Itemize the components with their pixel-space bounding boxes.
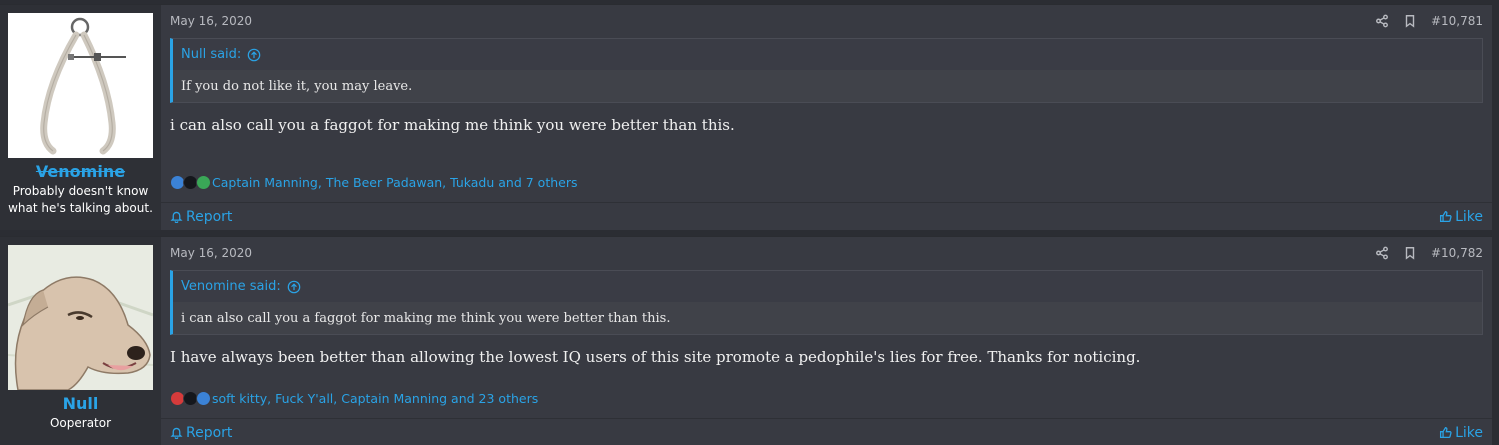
user-title: Ooperator xyxy=(49,416,112,430)
post-actions: #10,782 xyxy=(1375,246,1483,260)
post-date[interactable]: May 16, 2020 xyxy=(170,14,252,28)
bookmark-icon[interactable] xyxy=(1403,14,1417,28)
like-label: Like xyxy=(1455,424,1483,441)
bell-icon xyxy=(170,211,183,223)
share-icon[interactable] xyxy=(1375,246,1389,260)
quote-text: i can also call you a faggot for making … xyxy=(173,302,1482,334)
like-button[interactable]: Like xyxy=(1439,425,1483,441)
bell-icon xyxy=(170,427,183,439)
reaction-users[interactable]: soft kitty, Fuck Y'all, Captain Manning … xyxy=(212,391,538,406)
arrow-up-circle-icon[interactable] xyxy=(287,280,301,294)
quote-block: Null said: If you do not like it, you ma… xyxy=(170,38,1483,103)
share-icon[interactable] xyxy=(1375,14,1389,28)
reaction-bar[interactable]: soft kitty, Fuck Y'all, Captain Manning … xyxy=(170,391,538,406)
post-footer: Report Like xyxy=(161,418,1492,445)
thumbs-up-outline-icon xyxy=(1440,426,1452,439)
quote-header[interactable]: Null said: xyxy=(173,39,1482,70)
post-date[interactable]: May 16, 2020 xyxy=(170,246,252,260)
calipers-avatar-image xyxy=(8,13,153,158)
checkmark-icon xyxy=(196,175,211,190)
user-cell: Venomine Probably doesn't know what he's… xyxy=(0,5,161,230)
post-message: I have always been better than allowing … xyxy=(170,348,1141,366)
like-label: Like xyxy=(1455,208,1483,225)
report-label: Report xyxy=(186,424,233,441)
reaction-users[interactable]: Captain Manning, The Beer Padawan, Tukad… xyxy=(212,175,578,190)
bookmark-icon[interactable] xyxy=(1403,246,1417,260)
report-button[interactable]: Report xyxy=(170,209,232,225)
post-header: May 16, 2020 #10,781 xyxy=(170,5,1483,37)
quote-text: If you do not like it, you may leave. xyxy=(173,70,1482,102)
post: Null Ooperator May 16, 2020 #10,782 Veno… xyxy=(0,236,1492,445)
reaction-icons xyxy=(170,391,211,406)
quote-header[interactable]: Venomine said: xyxy=(173,271,1482,302)
post-number[interactable]: #10,781 xyxy=(1431,14,1483,28)
dog-avatar-image xyxy=(8,245,153,390)
report-label: Report xyxy=(186,208,233,225)
thumbs-up-icon xyxy=(196,391,211,406)
arrow-up-circle-icon[interactable] xyxy=(247,48,261,62)
avatar[interactable] xyxy=(8,13,153,158)
reaction-icons xyxy=(170,175,211,190)
quote-block: Venomine said: i can also call you a fag… xyxy=(170,270,1483,335)
quote-author[interactable]: Venomine said: xyxy=(181,279,281,294)
post-actions: #10,781 xyxy=(1375,14,1483,28)
reaction-bar[interactable]: Captain Manning, The Beer Padawan, Tukad… xyxy=(170,175,578,190)
quote-author[interactable]: Null said: xyxy=(181,47,241,62)
avatar[interactable] xyxy=(8,245,153,390)
post-footer: Report Like xyxy=(161,202,1492,230)
like-button[interactable]: Like xyxy=(1439,209,1483,225)
user-title: Probably doesn't know what he's talking … xyxy=(8,184,153,215)
post-message: i can also call you a faggot for making … xyxy=(170,116,735,134)
thumbs-up-outline-icon xyxy=(1440,210,1452,223)
post-main: May 16, 2020 #10,781 Null said: If you d… xyxy=(161,5,1492,230)
post: Venomine Probably doesn't know what he's… xyxy=(0,4,1492,230)
username[interactable]: Venomine xyxy=(8,162,153,182)
user-cell: Null Ooperator xyxy=(0,237,161,445)
username[interactable]: Null xyxy=(8,394,153,414)
report-button[interactable]: Report xyxy=(170,425,232,441)
post-number[interactable]: #10,782 xyxy=(1431,246,1483,260)
post-header: May 16, 2020 #10,782 xyxy=(170,237,1483,269)
post-main: May 16, 2020 #10,782 Venomine said: i ca… xyxy=(161,237,1492,445)
